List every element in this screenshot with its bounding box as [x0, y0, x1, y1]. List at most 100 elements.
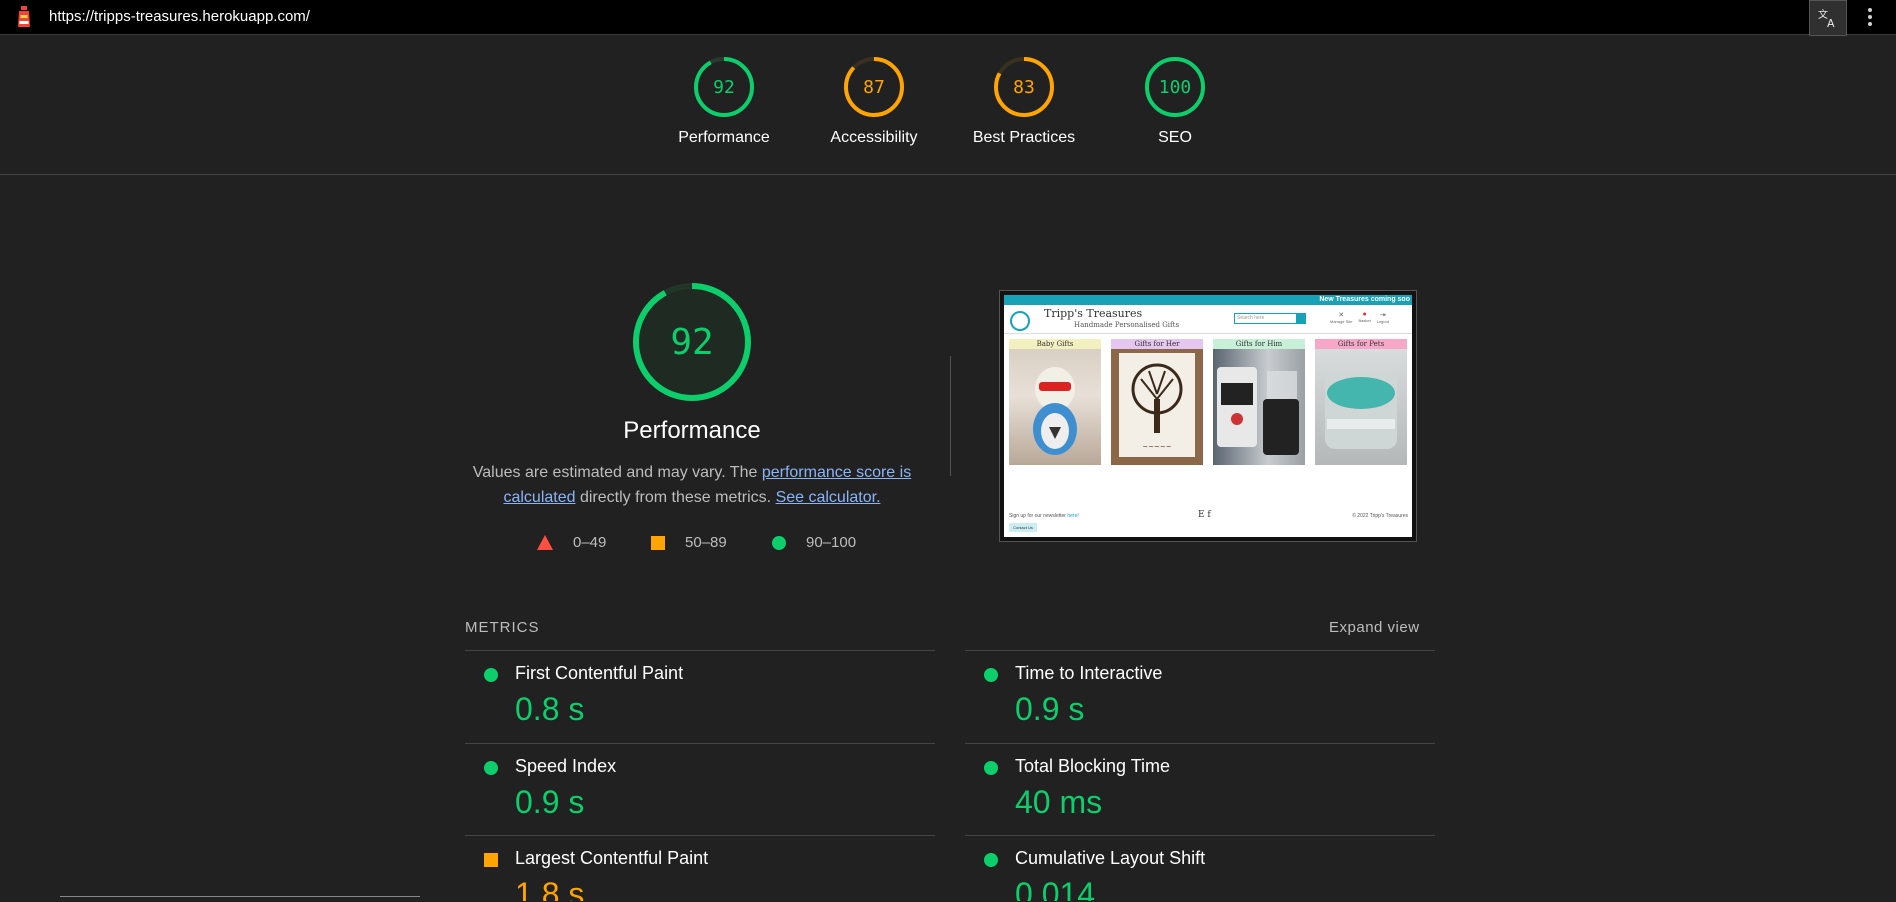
pass-circle-icon	[484, 761, 498, 775]
triangle-icon	[537, 535, 553, 550]
metric-value: 0.9 s	[1015, 691, 1085, 727]
site-social-icons: E f	[1198, 510, 1211, 520]
gauge-ring: 100	[1145, 57, 1205, 117]
site-card-title: Gifts for Her	[1111, 339, 1203, 349]
score-legend: 0–49 50–89 90–100	[0, 534, 1896, 554]
metric-name: Largest Contentful Paint	[515, 848, 709, 868]
site-banner: New Treasures coming soo	[1004, 295, 1412, 305]
gauge-score: 87	[863, 77, 885, 98]
site-brand: Tripp's Treasures	[1044, 307, 1143, 320]
gauge-score: 83	[1013, 77, 1035, 98]
metrics-header: METRICS	[465, 619, 540, 636]
site-rule	[1004, 333, 1412, 334]
pass-circle-icon	[484, 668, 498, 682]
final-screenshot[interactable]: New Treasures coming soo Tripp's Treasur…	[999, 290, 1417, 542]
gauge-performance[interactable]: 92 Performance	[664, 56, 784, 147]
metric-speed-index: Speed Index 0.9 s	[465, 744, 935, 836]
circle-icon	[772, 535, 786, 550]
legend-fail: 0–49	[537, 534, 606, 551]
svg-text:A: A	[1827, 17, 1835, 29]
address-bar: https://tripps-treasures.herokuapp.com/ …	[0, 0, 1896, 36]
desc-text: Values are estimated and may vary. The	[472, 464, 762, 481]
see-calculator-link[interactable]: See calculator.	[776, 489, 881, 506]
expand-view-toggle[interactable]: Expand view	[1329, 619, 1420, 636]
gauge-label: Accessibility	[830, 129, 918, 146]
gauge-ring: 87	[844, 57, 904, 117]
tree-image-icon: ~~~~~	[1119, 353, 1195, 457]
gauge-best-practices[interactable]: 83 Best Practices	[964, 56, 1084, 147]
site-search-icon	[1296, 313, 1306, 324]
gauge-ring: 83	[994, 57, 1054, 117]
scroll-edge	[60, 896, 420, 902]
site-nav-item: ✕ Manage Site	[1330, 312, 1353, 324]
gauge-score: 92	[713, 77, 735, 98]
site-contact-button: Contact Us	[1009, 523, 1037, 532]
divider	[950, 356, 951, 476]
site-card: Gifts for Him	[1213, 339, 1305, 465]
translate-icon[interactable]: 文 A	[1809, 0, 1847, 36]
gauge-label: Performance	[678, 129, 770, 146]
more-vert-icon[interactable]	[1857, 2, 1883, 32]
metric-name: Total Blocking Time	[1015, 756, 1171, 776]
performance-title: Performance	[623, 417, 761, 444]
legend-range: 0–49	[573, 534, 607, 551]
site-nav: ✕ Manage Site ● Basket ⇥ Logout	[1330, 311, 1389, 324]
url-text[interactable]: https://tripps-treasures.herokuapp.com/	[49, 8, 310, 25]
performance-gauge: 92	[633, 283, 751, 401]
translate-glyph-icon: 文 A	[1818, 8, 1835, 29]
summary-header: 92 Performance 87 Accessibility 83 Best …	[0, 36, 1896, 175]
site-search: Search here	[1234, 313, 1298, 324]
site-newsletter: Sign up for our newsletter here!	[1009, 513, 1079, 519]
metric-name: First Contentful Paint	[515, 663, 684, 683]
site-card: Gifts for Her ~~~~~	[1111, 339, 1203, 465]
legend-range: 90–100	[806, 534, 857, 551]
metric-total-blocking-time: Total Blocking Time 40 ms	[965, 744, 1435, 836]
card-image	[1315, 349, 1407, 465]
metric-cumulative-layout-shift: Cumulative Layout Shift 0.014	[965, 836, 1435, 901]
jar-image-icon	[1325, 371, 1397, 449]
pass-circle-icon	[984, 761, 998, 775]
site-nav-item: ● Basket	[1358, 311, 1371, 323]
card-image	[1213, 349, 1305, 465]
site-card-title: Gifts for Pets	[1315, 339, 1407, 349]
gauge-accessibility[interactable]: 87 Accessibility	[814, 56, 934, 147]
legend-pass: 90–100	[772, 534, 856, 551]
site-logo-icon	[1010, 311, 1030, 331]
metric-value: 40 ms	[1015, 784, 1103, 820]
pass-circle-icon	[984, 853, 998, 867]
metric-time-to-interactive: Time to Interactive 0.9 s	[965, 651, 1435, 743]
site-preview: New Treasures coming soo Tripp's Treasur…	[1004, 295, 1412, 537]
card-image	[1009, 349, 1101, 465]
site-card: Gifts for Pets	[1315, 339, 1407, 465]
gauge-seo[interactable]: 100 SEO	[1115, 56, 1235, 147]
gauge-label: Best Practices	[972, 129, 1076, 146]
performance-score: 92	[670, 322, 713, 363]
plush-image-icon	[1033, 367, 1077, 455]
site-nav-item: ⇥ Logout	[1376, 312, 1389, 324]
site-copyright: © 2022 Tripp's Treasures	[1352, 513, 1408, 519]
legend-range: 50–89	[685, 534, 727, 551]
site-card-title: Baby Gifts	[1009, 339, 1101, 349]
performance-description: Values are estimated and may vary. The p…	[472, 460, 912, 510]
desc-text: directly from these metrics.	[575, 489, 776, 506]
gauge-label: SEO	[1158, 129, 1192, 146]
metric-name: Cumulative Layout Shift	[1015, 848, 1206, 868]
metric-name: Speed Index	[515, 756, 617, 776]
metric-largest-contentful-paint: Largest Contentful Paint 1.8 s	[465, 836, 935, 901]
gauge-score: 100	[1159, 77, 1192, 98]
average-square-icon	[484, 853, 498, 867]
metric-value: 0.8 s	[515, 691, 585, 727]
metric-name: Time to Interactive	[1015, 663, 1163, 683]
gauge-ring: 92	[694, 57, 754, 117]
site-card-title: Gifts for Him	[1213, 339, 1305, 349]
lighthouse-icon	[18, 6, 30, 27]
mugs-image-icon	[1217, 367, 1299, 455]
metric-first-contentful-paint: First Contentful Paint 0.8 s	[465, 651, 935, 743]
legend-average: 50–89	[651, 534, 727, 551]
svg-text:~~~~~: ~~~~~	[1142, 443, 1171, 451]
site-card: Baby Gifts	[1009, 339, 1101, 465]
metric-value: 0.014	[1015, 876, 1096, 901]
square-icon	[651, 535, 665, 550]
card-image: ~~~~~	[1111, 349, 1203, 465]
pass-circle-icon	[984, 668, 998, 682]
